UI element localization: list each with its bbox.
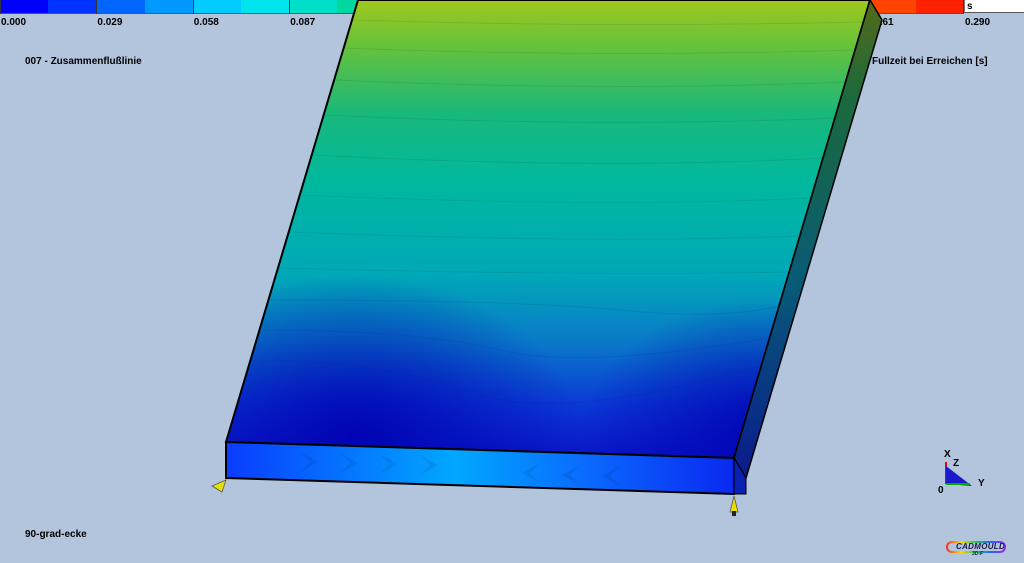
plate-blue-zone-right bbox=[226, 0, 870, 458]
axis-origin-label: 0 bbox=[938, 485, 944, 496]
axis-x-label: X bbox=[944, 449, 951, 460]
model-viewport[interactable] bbox=[0, 0, 1024, 563]
model-name: 90-grad-ecke bbox=[25, 529, 87, 540]
injection-point-left-icon[interactable] bbox=[211, 479, 227, 493]
injection-point-right-icon[interactable] bbox=[729, 495, 739, 516]
axis-y-label: Y bbox=[978, 478, 985, 489]
cadmould-logo: CADMOULD 3D-F bbox=[946, 540, 1008, 557]
axis-z-label: Z bbox=[953, 458, 960, 469]
